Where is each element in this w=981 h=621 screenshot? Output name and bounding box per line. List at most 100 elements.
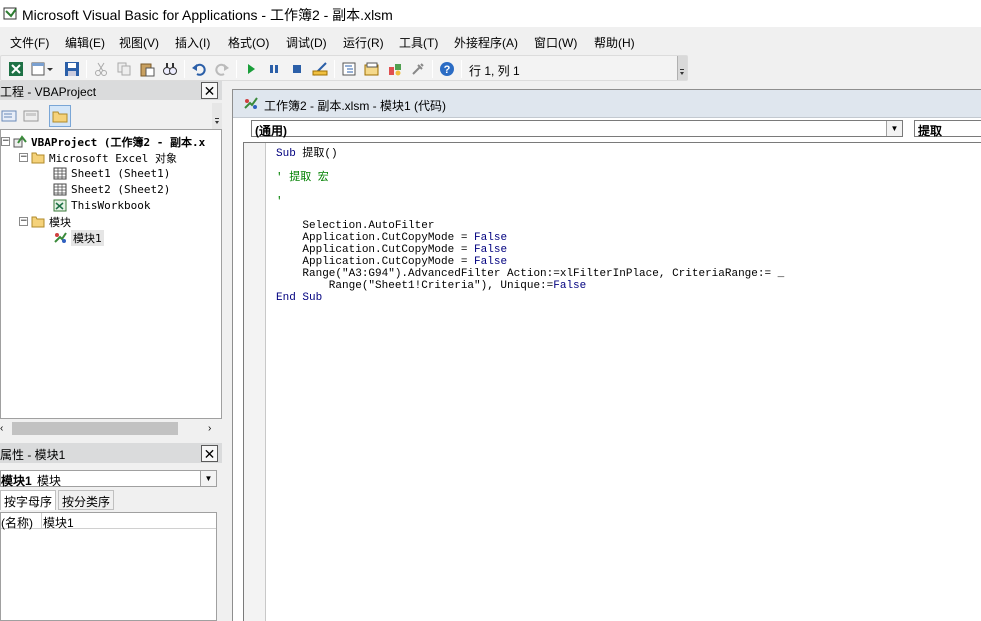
- undo-icon[interactable]: [190, 60, 208, 78]
- scroll-left-icon[interactable]: ‹: [0, 423, 3, 434]
- tab-categorized[interactable]: 按分类序: [58, 490, 115, 510]
- toolbar-overflow-button[interactable]: [677, 56, 687, 80]
- project-explorer-header: 工程 - VBAProject ✕: [0, 81, 222, 100]
- code-editor[interactable]: Sub 提取() ' 提取 宏 ' Selection.AutoFilter A…: [243, 142, 981, 621]
- tree-node-module1[interactable]: 模块1: [53, 229, 104, 246]
- pane-splitter[interactable]: [222, 81, 232, 621]
- toolbar-separator: [184, 60, 185, 78]
- close-icon[interactable]: ✕: [201, 82, 218, 99]
- tree-node-sheet1[interactable]: Sheet1 (Sheet1): [53, 166, 170, 181]
- tab-alphabetic[interactable]: 按字母序: [0, 490, 57, 510]
- scroll-right-icon[interactable]: ›: [208, 423, 211, 434]
- code-line[interactable]: Sub 提取(): [276, 148, 338, 160]
- properties-icon[interactable]: [363, 60, 381, 78]
- view-code-icon[interactable]: [0, 107, 18, 125]
- toolbar-separator: [86, 60, 87, 78]
- run-icon[interactable]: [242, 60, 260, 78]
- toolbar-separator: [236, 60, 237, 78]
- project-tree: − VBAProject (工作簿2 - 副本.x − Microsoft Ex…: [0, 129, 222, 419]
- copy-icon[interactable]: [115, 60, 133, 78]
- chevron-down-icon[interactable]: [45, 60, 55, 78]
- menu-file[interactable]: 文件(F): [10, 34, 49, 51]
- code-window: 工作簿2 - 副本.xlsm - 模块1 (代码) (通用) ▼ 提取 Sub …: [232, 89, 981, 621]
- code-line-keyword[interactable]: End Sub: [276, 292, 322, 304]
- cut-icon[interactable]: [92, 60, 110, 78]
- code-line[interactable]: Application.CutCopyMode = False: [276, 232, 507, 244]
- folder-open-icon: [31, 151, 46, 164]
- window-title: Microsoft Visual Basic for Applications …: [22, 7, 393, 23]
- tree-node-excel-objects[interactable]: − Microsoft Excel 对象: [19, 150, 177, 165]
- help-icon[interactable]: ?: [438, 60, 456, 78]
- code-text: 提取(): [295, 148, 338, 160]
- project-explorer-icon[interactable]: [340, 60, 358, 78]
- menu-format[interactable]: 格式(O): [228, 34, 269, 51]
- vba-project-icon: [13, 135, 28, 148]
- find-icon[interactable]: [161, 60, 179, 78]
- view-object-icon[interactable]: [22, 107, 40, 125]
- tree-node-vbaproject[interactable]: − VBAProject (工作簿2 - 副本.x: [1, 134, 205, 149]
- tree-label-sheet2: Sheet2 (Sheet2): [71, 183, 171, 196]
- menu-tools[interactable]: 工具(T): [399, 34, 438, 51]
- keyword: False: [474, 256, 508, 268]
- menu-addins[interactable]: 外接程序(A): [454, 34, 518, 51]
- toggle-folders-icon[interactable]: [49, 105, 71, 127]
- menu-view[interactable]: 视图(V): [119, 34, 159, 51]
- paste-icon[interactable]: [138, 60, 156, 78]
- properties-header: 属性 - 模块1 ✕: [0, 443, 222, 463]
- code-text: Application.CutCopyMode =: [276, 232, 475, 244]
- scrollbar-thumb[interactable]: [12, 422, 178, 435]
- menu-edit[interactable]: 编辑(E): [65, 34, 105, 51]
- excel-view-icon[interactable]: [7, 60, 25, 78]
- chevron-down-icon[interactable]: ▼: [200, 471, 216, 486]
- toolbar-separator: [432, 60, 433, 78]
- module-icon: [53, 231, 68, 244]
- menu-run[interactable]: 运行(R): [343, 34, 384, 51]
- menu-insert[interactable]: 插入(I): [175, 34, 210, 51]
- workbook-icon: [53, 199, 68, 212]
- collapse-icon[interactable]: −: [19, 217, 28, 226]
- code-line-comment[interactable]: ': [276, 196, 283, 208]
- collapse-icon[interactable]: −: [19, 153, 28, 162]
- keyword: False: [553, 280, 587, 292]
- break-icon[interactable]: [265, 60, 283, 78]
- property-row-name[interactable]: (名称) 模块1: [1, 513, 216, 531]
- design-mode-icon[interactable]: [311, 60, 329, 78]
- tree-node-thisworkbook[interactable]: ThisWorkbook: [53, 198, 150, 213]
- toolbar-overflow-button[interactable]: [212, 103, 222, 129]
- menu-help[interactable]: 帮助(H): [594, 34, 635, 51]
- redo-icon[interactable]: [213, 60, 231, 78]
- project-explorer-toolbar: [0, 103, 222, 129]
- procedure-dropdown[interactable]: 提取: [914, 120, 981, 138]
- code-line[interactable]: Selection.AutoFilter: [276, 220, 434, 232]
- project-explorer-pane: 工程 - VBAProject ✕ − VBAProject (工作簿2 - 副…: [0, 81, 222, 437]
- code-text: Application.CutCopyMode =: [276, 256, 475, 268]
- reset-icon[interactable]: [288, 60, 306, 78]
- property-value[interactable]: 模块1: [43, 514, 74, 531]
- chevron-down-icon[interactable]: ▼: [886, 121, 902, 136]
- margin-indicator-bar[interactable]: [244, 143, 266, 621]
- code-window-titlebar: 工作簿2 - 副本.xlsm - 模块1 (代码): [233, 90, 981, 118]
- object-dropdown[interactable]: (通用) ▼: [251, 120, 903, 138]
- close-icon[interactable]: ✕: [201, 445, 218, 462]
- tree-label-vbaproject: VBAProject (工作簿2 - 副本.x: [31, 135, 206, 149]
- toolbox-icon[interactable]: [409, 60, 427, 78]
- keyword: False: [474, 232, 508, 244]
- code-line-comment[interactable]: ' 提取 宏: [276, 172, 329, 184]
- menu-window[interactable]: 窗口(W): [534, 34, 577, 51]
- tree-label-modules: 模块: [49, 215, 71, 229]
- menu-debug[interactable]: 调试(D): [286, 34, 327, 51]
- code-line[interactable]: Application.CutCopyMode = False: [276, 244, 507, 256]
- tree-node-modules[interactable]: − 模块: [19, 214, 71, 229]
- tree-node-sheet2[interactable]: Sheet2 (Sheet2): [53, 182, 170, 197]
- project-horizontal-scrollbar[interactable]: ‹ ›: [0, 420, 222, 437]
- code-line[interactable]: Application.CutCopyMode = False: [276, 256, 507, 268]
- object-dropdown-value: (通用): [255, 124, 287, 138]
- module-icon: [244, 97, 258, 109]
- object-selector[interactable]: 模块1 模块 ▼: [0, 470, 217, 488]
- collapse-icon[interactable]: −: [1, 137, 10, 146]
- object-browser-icon[interactable]: [386, 60, 404, 78]
- code-line[interactable]: Range("Sheet1!Criteria"), Unique:=False: [276, 280, 586, 292]
- code-line[interactable]: Range("A3:G94").AdvancedFilter Action:=x…: [276, 268, 784, 280]
- save-icon[interactable]: [63, 60, 81, 78]
- object-name: 模块1: [1, 474, 32, 488]
